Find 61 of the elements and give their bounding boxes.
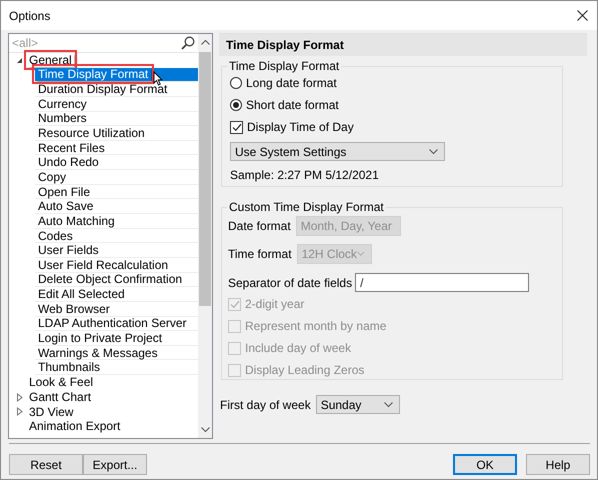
checkbox[interactable] xyxy=(230,120,243,134)
tree-item[interactable]: Auto Save xyxy=(35,199,198,214)
tree-item[interactable]: User Field Recalculation xyxy=(35,258,198,273)
group-title: Time Display Format xyxy=(228,59,340,73)
tree-item[interactable]: 3D View xyxy=(27,404,76,419)
tree-item[interactable]: Resource Utilization xyxy=(35,126,198,141)
tree-item[interactable]: Delete Object Confirmation xyxy=(35,272,198,288)
dialog-button[interactable]: Reset xyxy=(9,454,83,475)
field-label: First day of week xyxy=(220,398,311,412)
checkbox-label[interactable]: Display Time of Day xyxy=(247,120,354,134)
tree-item[interactable]: Warnings & Messages xyxy=(35,346,198,360)
tree-item[interactable]: Codes xyxy=(35,228,198,244)
chevron-down-icon xyxy=(429,148,438,154)
expand-arrow-icon[interactable] xyxy=(15,392,24,402)
input-field[interactable]: / xyxy=(355,273,530,292)
tree-item[interactable]: Web Browser xyxy=(35,302,198,317)
tree-item[interactable]: Thumbnails xyxy=(35,360,198,376)
sample-text: Sample: 2:27 PM 5/12/2021 xyxy=(230,168,380,182)
chevron-down-icon xyxy=(356,251,365,257)
radio-button[interactable] xyxy=(230,77,242,89)
dialog-button[interactable]: Help xyxy=(526,454,590,475)
scroll-down-icon[interactable] xyxy=(200,427,210,433)
mouse-pointer-icon xyxy=(153,70,163,86)
expand-arrow-icon[interactable] xyxy=(15,407,24,416)
tree-item[interactable]: Look & Feel xyxy=(27,375,96,390)
search-icon[interactable] xyxy=(181,36,195,50)
scrollbar[interactable] xyxy=(198,34,212,438)
tree-item[interactable]: Gantt Chart xyxy=(27,390,94,404)
tree-item[interactable]: Undo Redo xyxy=(35,155,198,170)
window-title: Options xyxy=(9,8,50,22)
search-field[interactable]: <all> xyxy=(12,36,162,50)
chevron-down-icon xyxy=(384,402,393,408)
radio-button[interactable] xyxy=(230,99,242,111)
tree-item[interactable]: Edit All Selected xyxy=(35,287,198,302)
tree-item[interactable]: Animation Export xyxy=(27,419,122,434)
panel-title: Time Display Format xyxy=(219,34,587,56)
dialog-button[interactable]: Export... xyxy=(83,454,147,475)
tree-item[interactable]: Copy xyxy=(35,170,198,185)
dialog-button[interactable]: OK xyxy=(453,454,517,475)
tree-item[interactable]: Recent Files xyxy=(35,140,198,156)
tree-item[interactable]: General xyxy=(27,53,74,68)
tree-item[interactable]: Numbers xyxy=(35,112,198,126)
tree-item[interactable]: Open File xyxy=(35,184,198,200)
tree-item[interactable]: Currency xyxy=(35,96,198,112)
scrollbar-thumb[interactable] xyxy=(199,52,211,306)
tree-item[interactable]: Auto Matching xyxy=(35,214,198,229)
dropdown[interactable]: Sunday xyxy=(316,395,400,414)
radio-label[interactable]: Long date format xyxy=(246,76,337,90)
scroll-up-icon[interactable] xyxy=(200,39,210,45)
field-label: Separator of date fields xyxy=(228,276,352,290)
tree-item[interactable]: Login to Private Project xyxy=(35,331,198,346)
dropdown[interactable]: Use System Settings xyxy=(230,142,445,161)
tree-item[interactable]: LDAP Authentication Server xyxy=(35,316,198,332)
close-icon[interactable] xyxy=(577,10,588,21)
collapse-arrow-icon[interactable] xyxy=(15,56,24,65)
radio-label[interactable]: Short date format xyxy=(246,98,339,112)
group-title: Custom Time Display Format xyxy=(228,200,385,214)
field-label: Time format xyxy=(228,247,292,261)
tree-item[interactable]: User Fields xyxy=(35,243,198,258)
field-label: Date format xyxy=(228,219,291,233)
tree-item[interactable]: Duration Display Format xyxy=(35,82,198,97)
